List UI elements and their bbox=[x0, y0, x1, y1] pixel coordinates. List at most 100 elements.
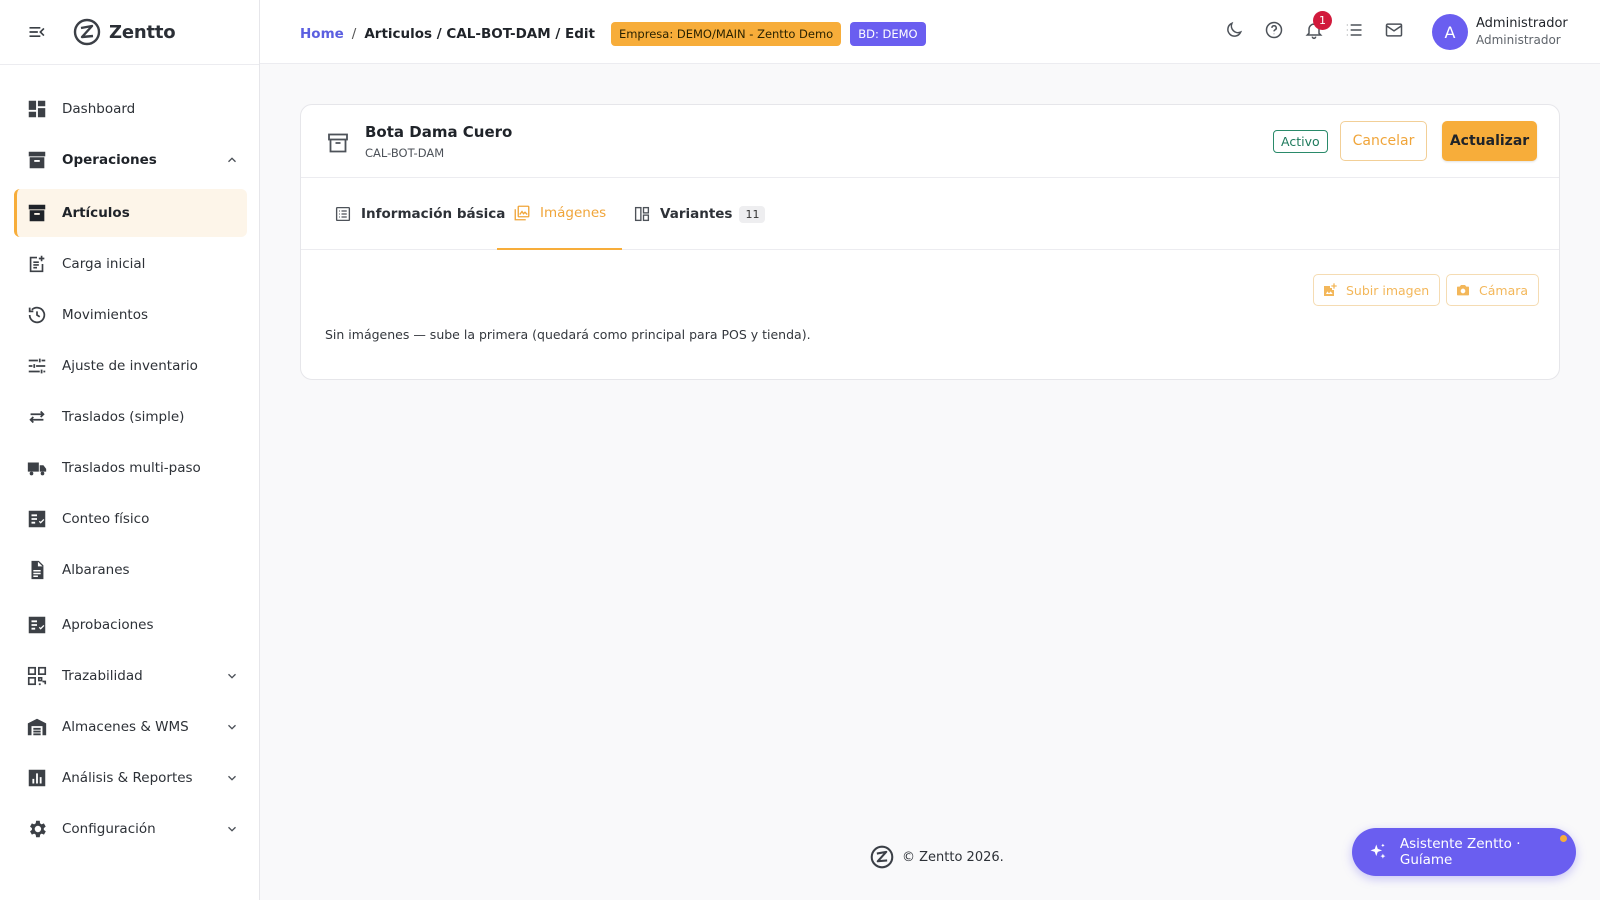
brand-name: Zentto bbox=[109, 21, 176, 43]
chevron-up-icon bbox=[228, 157, 236, 163]
sidebar-item-label: Movimientos bbox=[62, 307, 148, 323]
sidebar-item-label: Almacenes & WMS bbox=[62, 719, 189, 735]
history-icon bbox=[28, 306, 46, 324]
empresa-badge: Empresa: DEMO/MAIN - Zentto Demo bbox=[610, 22, 842, 46]
tune-icon bbox=[28, 358, 46, 374]
item-tabs: Información básica Imágenes Variantes 11 bbox=[301, 178, 1559, 250]
truck-icon bbox=[27, 462, 47, 476]
zentto-logo-icon bbox=[73, 18, 101, 46]
tab-informacion-basica[interactable]: Información básica bbox=[334, 178, 505, 250]
images-panel: Subir imagen Cámara Sin imágenes — sube … bbox=[301, 250, 1559, 378]
user-role: Administrador bbox=[1476, 33, 1561, 47]
sidebar-item-label: Conteo físico bbox=[62, 511, 150, 527]
sidebar-item-traslados-simple[interactable]: Traslados (simple) bbox=[14, 393, 247, 441]
theme-toggle-button[interactable] bbox=[1224, 20, 1244, 40]
footer-copyright: © Zentto 2026. bbox=[902, 849, 1004, 865]
zentto-logo-icon bbox=[870, 845, 894, 869]
cancel-button[interactable]: Cancelar bbox=[1340, 121, 1427, 161]
item-title: Bota Dama Cuero bbox=[365, 123, 513, 141]
assistant-button[interactable]: Asistente Zentto · Guíame bbox=[1352, 828, 1576, 876]
sidebar-item-label: Configuración bbox=[62, 821, 156, 837]
assistant-indicator-dot bbox=[1560, 835, 1567, 842]
sidebar-item-conteo-fisico[interactable]: Conteo físico bbox=[14, 495, 247, 543]
sidebar-item-operaciones[interactable]: Operaciones bbox=[14, 136, 247, 184]
tab-label: Variantes bbox=[660, 206, 733, 222]
moon-icon bbox=[1227, 21, 1243, 37]
sidebar-item-label: Operaciones bbox=[62, 152, 157, 168]
task-list-button[interactable] bbox=[1344, 20, 1364, 40]
sidebar-item-label: Albaranes bbox=[62, 562, 130, 578]
sidebar-item-traslados-multipaso[interactable]: Traslados multi-paso bbox=[14, 444, 247, 492]
variants-count-badge: 11 bbox=[739, 205, 766, 223]
list-alt-icon bbox=[335, 206, 351, 222]
sidebar-item-ajuste-inventario[interactable]: Ajuste de inventario bbox=[14, 342, 247, 390]
checklist-icon bbox=[28, 616, 46, 634]
sidebar-item-label: Traslados (simple) bbox=[62, 409, 185, 425]
upload-image-label: Subir imagen bbox=[1346, 282, 1430, 298]
sidebar-item-label: Aprobaciones bbox=[62, 617, 154, 633]
sidebar-item-movimientos[interactable]: Movimientos bbox=[14, 291, 247, 339]
notifications-button[interactable]: 1 bbox=[1304, 11, 1332, 40]
breadcrumb-separator: / bbox=[351, 26, 357, 42]
swap-icon bbox=[29, 410, 45, 424]
archive-icon bbox=[28, 151, 46, 169]
breadcrumb-home-link[interactable]: Home bbox=[300, 26, 344, 42]
chevron-down-icon bbox=[228, 775, 236, 781]
chevron-down-icon bbox=[228, 826, 236, 832]
gear-icon bbox=[30, 820, 46, 838]
help-icon bbox=[1265, 21, 1283, 39]
sidebar-item-almacenes-wms[interactable]: Almacenes & WMS bbox=[14, 703, 247, 751]
bar-chart-icon bbox=[28, 769, 46, 787]
tab-imagenes[interactable]: Imágenes bbox=[497, 178, 623, 250]
sidebar-item-aprobaciones[interactable]: Aprobaciones bbox=[14, 601, 247, 649]
mail-icon bbox=[1385, 23, 1403, 37]
menu-collapse-icon[interactable] bbox=[27, 22, 47, 42]
sidebar: Zentto Dashboard Operaciones Artículos C… bbox=[0, 0, 260, 900]
sidebar-item-label: Análisis & Reportes bbox=[62, 770, 193, 786]
camera-label: Cámara bbox=[1479, 282, 1529, 298]
sidebar-item-label: Carga inicial bbox=[62, 256, 146, 272]
brand[interactable]: Zentto bbox=[73, 18, 176, 46]
item-code: CAL-BOT-DAM bbox=[365, 146, 445, 160]
help-button[interactable] bbox=[1264, 20, 1284, 40]
add-photo-icon bbox=[1324, 283, 1337, 296]
list-icon bbox=[1346, 24, 1362, 36]
sidebar-item-carga-inicial[interactable]: Carga inicial bbox=[14, 240, 247, 288]
empty-images-message: Sin imágenes — sube la primera (quedará … bbox=[325, 327, 811, 342]
chevron-down-icon bbox=[228, 724, 236, 730]
chevron-down-icon bbox=[228, 673, 236, 679]
sidebar-item-configuracion[interactable]: Configuración bbox=[14, 805, 247, 853]
post-add-icon bbox=[29, 255, 45, 273]
checklist-icon bbox=[28, 510, 46, 528]
user-name: Administrador bbox=[1476, 16, 1568, 31]
tab-variantes[interactable]: Variantes 11 bbox=[633, 178, 766, 250]
footer: © Zentto 2026. bbox=[870, 845, 1004, 869]
tab-label: Información básica bbox=[361, 206, 506, 222]
images-icon bbox=[514, 205, 530, 221]
sidebar-item-label: Dashboard bbox=[62, 101, 136, 117]
sidebar-item-articulos[interactable]: Artículos bbox=[14, 189, 247, 237]
camera-button[interactable]: Cámara bbox=[1446, 274, 1540, 306]
notifications-count-badge: 1 bbox=[1313, 11, 1332, 30]
qr-code-icon bbox=[27, 666, 47, 686]
sidebar-item-albaranes[interactable]: Albaranes bbox=[14, 546, 247, 594]
avatar: A bbox=[1432, 14, 1468, 50]
upload-image-button[interactable]: Subir imagen bbox=[1313, 274, 1441, 306]
sidebar-item-analisis-reportes[interactable]: Análisis & Reportes bbox=[14, 754, 247, 802]
bd-badge: BD: DEMO bbox=[850, 22, 926, 46]
sidebar-item-dashboard[interactable]: Dashboard bbox=[14, 85, 247, 133]
tab-label: Imágenes bbox=[540, 205, 607, 221]
sidebar-item-trazabilidad[interactable]: Trazabilidad bbox=[14, 652, 247, 700]
sparkle-icon bbox=[1370, 843, 1386, 859]
item-edit-card: Bota Dama Cuero CAL-BOT-DAM Activo Cance… bbox=[300, 104, 1560, 380]
status-badge: Activo bbox=[1273, 130, 1328, 153]
dashboard-icon bbox=[28, 100, 46, 118]
camera-icon bbox=[1457, 285, 1469, 296]
warehouse-icon bbox=[27, 718, 47, 736]
item-header: Bota Dama Cuero CAL-BOT-DAM Activo Cance… bbox=[301, 105, 1559, 178]
messages-button[interactable] bbox=[1384, 20, 1404, 40]
update-button[interactable]: Actualizar bbox=[1442, 121, 1537, 161]
user-menu[interactable]: A Administrador Administrador bbox=[1432, 14, 1568, 50]
archive-icon bbox=[28, 204, 46, 222]
sidebar-item-label: Traslados multi-paso bbox=[62, 460, 201, 476]
